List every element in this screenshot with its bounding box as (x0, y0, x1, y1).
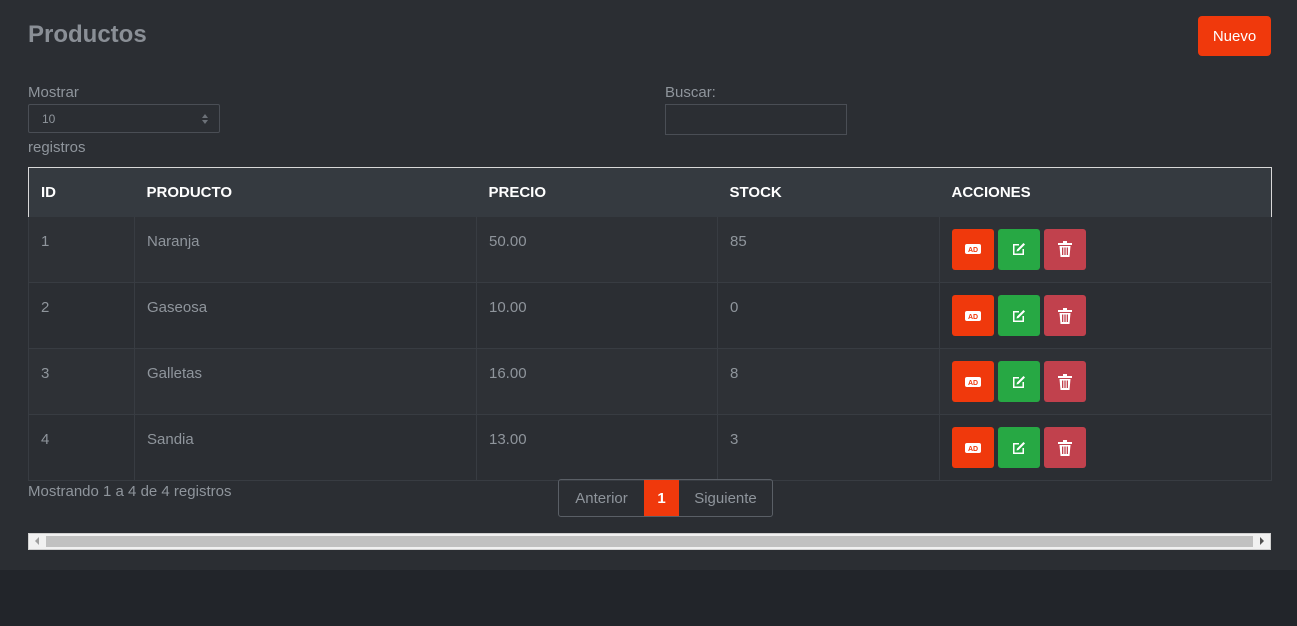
content-panel: Productos Nuevo Mostrar 10 registros Bus… (0, 0, 1297, 570)
edit-button[interactable] (998, 361, 1040, 402)
cell-id: 2 (28, 282, 135, 349)
table-info: Mostrando 1 a 4 de 4 registros (28, 483, 232, 500)
ad-icon: AD (965, 244, 981, 254)
cell-stock: 0 (717, 282, 940, 349)
cell-stock: 3 (717, 414, 940, 481)
cell-price: 13.00 (476, 414, 718, 481)
next-page-button[interactable]: Siguiente (679, 480, 772, 516)
svg-text:AD: AD (968, 446, 978, 453)
edit-button[interactable] (998, 427, 1040, 468)
delete-button[interactable] (1044, 228, 1086, 270)
table-row: 4 Sandia 13.00 3 AD (28, 414, 1272, 481)
column-header-id[interactable]: ID (28, 167, 135, 217)
cell-id: 3 (28, 348, 135, 415)
cell-actions: AD (939, 282, 1272, 349)
ad-button[interactable]: AD (952, 295, 994, 336)
show-label: Mostrar (28, 84, 79, 101)
column-header-price[interactable]: PRECIO (476, 167, 718, 217)
cell-id: 1 (28, 216, 135, 283)
svg-text:AD: AD (968, 380, 978, 387)
scrollbar-thumb[interactable] (46, 536, 1253, 547)
ad-icon: AD (965, 442, 981, 453)
cell-price: 50.00 (476, 216, 718, 283)
svg-text:AD: AD (968, 247, 978, 254)
cell-stock: 85 (717, 216, 940, 283)
delete-button[interactable] (1044, 361, 1086, 402)
edit-icon (1013, 441, 1025, 454)
delete-button[interactable] (1044, 295, 1086, 336)
ad-icon: AD (965, 376, 981, 387)
cell-stock: 8 (717, 348, 940, 415)
page-1-button[interactable]: 1 (644, 480, 679, 516)
horizontal-scrollbar[interactable] (28, 533, 1271, 550)
cell-id: 4 (28, 414, 135, 481)
table-row: 3 Galletas 16.00 8 AD (28, 348, 1272, 415)
edit-icon (1013, 243, 1025, 255)
cell-product: Gaseosa (134, 282, 477, 349)
new-product-button[interactable]: Nuevo (1198, 16, 1271, 56)
select-arrows-icon (202, 114, 208, 124)
ad-button[interactable]: AD (952, 427, 994, 468)
table-row: 1 Naranja 50.00 85 AD (28, 216, 1272, 283)
records-label: registros (28, 139, 86, 156)
trash-icon (1058, 241, 1072, 257)
svg-text:AD: AD (968, 314, 978, 321)
cell-product: Naranja (134, 216, 477, 283)
edit-button[interactable] (998, 228, 1040, 270)
cell-actions: AD (939, 348, 1272, 415)
ad-button[interactable]: AD (952, 228, 994, 270)
pagination: Anterior 1 Siguiente (558, 479, 773, 517)
products-table: ID PRODUCTO PRECIO STOCK ACCIONES 1 Nara… (28, 167, 1272, 481)
search-input[interactable] (665, 104, 847, 135)
search-label: Buscar: (665, 84, 716, 101)
trash-icon (1058, 307, 1072, 324)
edit-icon (1013, 309, 1025, 322)
cell-price: 10.00 (476, 282, 718, 349)
ad-button[interactable]: AD (952, 361, 994, 402)
edit-button[interactable] (998, 295, 1040, 336)
ad-icon: AD (965, 310, 981, 321)
edit-icon (1013, 375, 1025, 388)
page-size-select[interactable]: 10 (28, 104, 220, 133)
cell-product: Sandia (134, 414, 477, 481)
table-header-row: ID PRODUCTO PRECIO STOCK ACCIONES (28, 167, 1272, 217)
cell-product: Galletas (134, 348, 477, 415)
page-size-value: 10 (42, 112, 56, 126)
table-row: 2 Gaseosa 10.00 0 AD (28, 282, 1272, 349)
delete-button[interactable] (1044, 427, 1086, 468)
previous-page-button[interactable]: Anterior (559, 480, 644, 516)
cell-price: 16.00 (476, 348, 718, 415)
page-title: Productos (28, 21, 147, 48)
cell-actions: AD (939, 216, 1272, 283)
cell-actions: AD (939, 414, 1272, 481)
scroll-right-arrow-icon[interactable] (1260, 537, 1264, 545)
scroll-left-arrow-icon[interactable] (35, 537, 39, 545)
column-header-stock[interactable]: STOCK (717, 167, 940, 217)
trash-icon (1058, 373, 1072, 390)
trash-icon (1058, 439, 1072, 456)
column-header-actions: ACCIONES (939, 167, 1272, 217)
column-header-product[interactable]: PRODUCTO (134, 167, 477, 217)
